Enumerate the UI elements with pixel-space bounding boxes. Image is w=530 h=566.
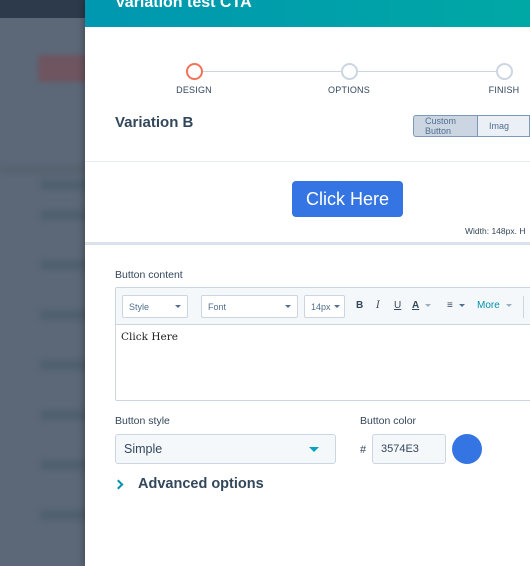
chevron-down-icon [425,303,432,307]
step-label: FINISH [488,85,520,95]
button-style-select[interactable]: Simple [115,434,336,464]
chevron-down-icon [458,303,465,307]
chevron-down-icon [334,305,340,308]
background-divider [0,166,90,174]
button-color-label: Button color [360,415,417,427]
text-color-icon: A [412,300,420,311]
preview-divider [85,242,530,245]
more-label: More [477,300,500,311]
preview-dimensions: Width: 148px. H [465,226,526,236]
chevron-down-icon [285,305,291,308]
button-style-label: Button style [115,415,170,427]
text-color-button[interactable]: A [412,300,432,311]
font-select-value: Font [208,301,227,312]
editor-content[interactable]: Click Here [116,325,530,349]
button-color-input[interactable]: 3574E3 [372,434,446,464]
color-swatch[interactable] [452,434,482,464]
editor-toolbar: Style Font 14px B I U A ≡ More [116,288,530,325]
cta-type-toggle: Custom Button Imag [413,115,530,137]
variation-title: Variation B [115,114,194,131]
cta-editor-modal: Variation test CTA DESIGN OPTIONS FINISH… [85,0,530,566]
step-circle [495,63,513,80]
step-options[interactable]: OPTIONS [319,63,379,95]
style-select-value: Style [129,301,150,312]
caret-down-icon [309,447,319,452]
image-tab[interactable]: Imag [477,115,530,137]
italic-icon[interactable]: I [376,300,380,311]
chevron-right-icon [113,479,124,489]
more-menu-button[interactable]: More [477,300,512,311]
step-label: DESIGN [176,85,212,95]
custom-button-tab[interactable]: Custom Button [413,115,478,137]
cta-preview-area: Click Here Width: 148px. H [85,162,530,242]
step-circle-active [185,63,203,80]
button-content-label: Button content [115,269,183,281]
rich-text-editor: Style Font 14px B I U A ≡ More Click Her… [115,287,530,401]
modal-header: Variation test CTA [85,0,530,27]
step-design[interactable]: DESIGN [164,63,224,95]
font-size-select[interactable]: 14px [304,295,345,318]
step-label: OPTIONS [328,85,370,95]
progress-stepper: DESIGN OPTIONS FINISH [85,27,530,107]
align-left-icon: ≡ [447,300,453,311]
button-color-value: 3574E3 [381,443,419,455]
bold-icon[interactable]: B [356,300,363,311]
modal-title: Variation test CTA [115,0,252,11]
advanced-options-label: Advanced options [138,476,264,492]
style-select[interactable]: Style [122,295,188,318]
font-size-value: 14px [311,301,331,312]
cta-preview-button[interactable]: Click Here [292,181,403,217]
hash-prefix: # [360,444,367,456]
chevron-down-icon [505,303,512,307]
button-style-value: Simple [124,442,163,456]
toolbar-separator [523,296,524,318]
underline-icon[interactable]: U [394,300,401,311]
step-circle [340,63,358,80]
step-finish[interactable]: FINISH [474,63,530,95]
font-select[interactable]: Font [201,295,298,318]
advanced-options-toggle[interactable]: Advanced options [113,476,264,492]
align-button[interactable]: ≡ [447,300,465,311]
chevron-down-icon [175,305,181,308]
